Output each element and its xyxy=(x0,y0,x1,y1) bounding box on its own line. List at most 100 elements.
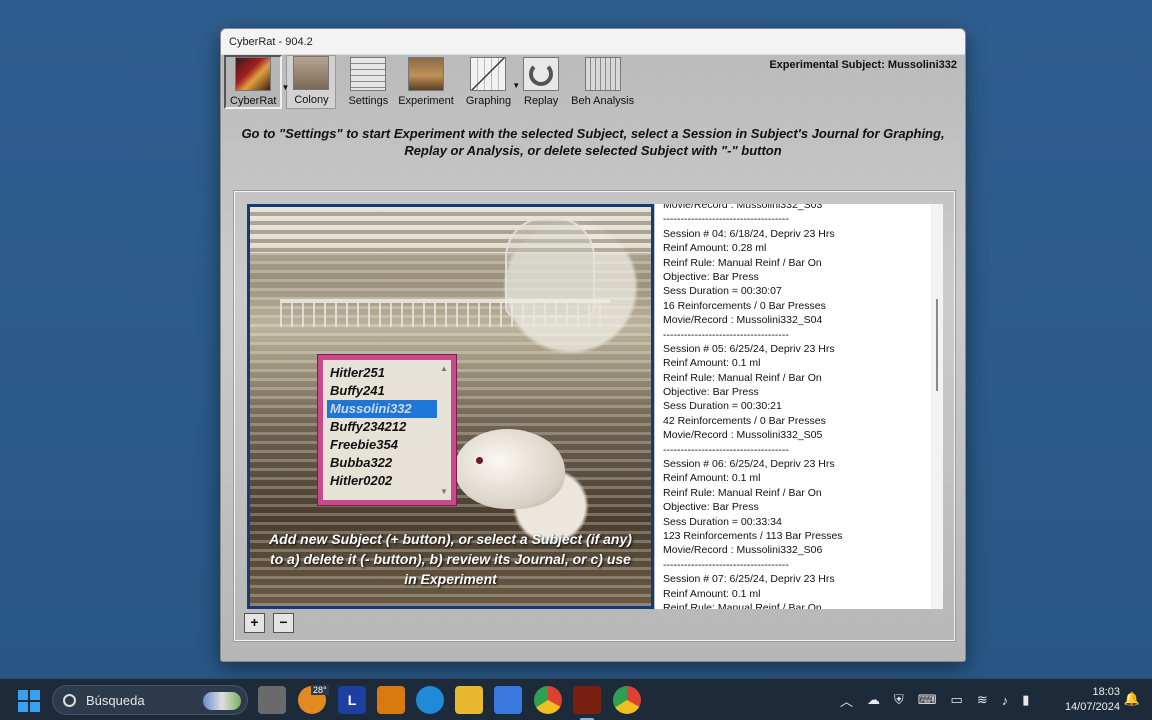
journal-line[interactable]: Reinf Rule: Manual Reinf / Bar On xyxy=(663,601,931,609)
security-shield-icon[interactable]: ⛨ xyxy=(894,692,904,708)
app-body: ▼ CyberRat Colony Settings Experiment ▼ … xyxy=(221,55,965,661)
journal-line[interactable]: Reinf Amount: 0.1 ml xyxy=(663,471,931,485)
clock-time: 18:03 xyxy=(1092,686,1120,698)
journal-scroll-thumb[interactable] xyxy=(936,299,938,391)
display-icon[interactable]: ▭ xyxy=(951,692,963,708)
toolbar-cyberrat-button[interactable]: ▼ CyberRat xyxy=(224,55,289,109)
toolbar-replay-label: Replay xyxy=(524,95,559,107)
cage-bars-image xyxy=(280,299,610,327)
journal-scrollbar[interactable] xyxy=(931,204,943,609)
journal-line[interactable]: Session # 05: 6/25/24, Depriv 23 Hrs xyxy=(663,342,931,356)
journal-line[interactable]: Reinf Amount: 0.1 ml xyxy=(663,587,931,601)
search-icon xyxy=(63,693,76,707)
colony-icon xyxy=(293,56,330,90)
journal-line[interactable]: Movie/Record : Mussolini332_S03 xyxy=(663,204,931,212)
weather-temperature: 28° xyxy=(311,685,329,695)
journal-line[interactable]: Objective: Bar Press xyxy=(663,500,931,514)
journal-line[interactable]: 123 Reinforcements / 113 Bar Presses xyxy=(663,529,931,543)
journal-line[interactable]: Session # 06: 6/25/24, Depriv 23 Hrs xyxy=(663,457,931,471)
subject-list-item[interactable]: Bubba322 xyxy=(327,454,437,472)
toolbar-graphing-button[interactable]: ▼ Graphing xyxy=(466,55,520,109)
journal-line[interactable]: ------------------------------------ xyxy=(663,443,931,457)
journal-line[interactable]: Reinf Rule: Manual Reinf / Bar On xyxy=(663,371,931,385)
toolbar-experiment-button[interactable]: Experiment xyxy=(398,55,454,109)
battery-icon[interactable]: ▮ xyxy=(1022,692,1029,708)
add-subject-button[interactable]: + xyxy=(244,613,265,633)
clock-date: 14/07/2024 xyxy=(1064,701,1120,713)
subject-list-item[interactable]: Freebie354 xyxy=(327,436,437,454)
journal-line[interactable]: Reinf Amount: 0.28 ml xyxy=(663,241,931,255)
journal-line[interactable]: ------------------------------------ xyxy=(663,212,931,226)
settings-icon xyxy=(350,57,387,91)
l-app-icon[interactable]: L xyxy=(338,686,366,714)
task-view-icon[interactable] xyxy=(258,686,286,714)
journal-line[interactable]: Sess Duration = 00:33:34 xyxy=(663,515,931,529)
taskbar-search-box[interactable]: Búsqueda xyxy=(52,685,248,715)
keyboard-icon[interactable]: ⌨ xyxy=(918,692,937,708)
toolbar-settings-button[interactable]: Settings xyxy=(348,55,388,109)
subject-list-item[interactable]: Buffy234212 xyxy=(327,418,437,436)
journal-line[interactable]: Reinf Rule: Manual Reinf / Bar On xyxy=(663,256,931,270)
journal-line[interactable]: Reinf Rule: Manual Reinf / Bar On xyxy=(663,486,931,500)
journal-line[interactable]: Session # 07: 6/25/24, Depriv 23 Hrs xyxy=(663,572,931,586)
wifi-icon[interactable]: ≋ xyxy=(977,692,988,708)
search-highlight-icon xyxy=(203,692,241,710)
toolbar: ▼ CyberRat Colony Settings Experiment ▼ … xyxy=(221,55,965,111)
journal-line[interactable]: 42 Reinforcements / 0 Bar Presses xyxy=(663,414,931,428)
chrome-icon[interactable] xyxy=(534,686,562,714)
chevron-down-icon[interactable]: ▼ xyxy=(282,83,290,92)
journal-line[interactable]: Reinf Amount: 0.1 ml xyxy=(663,356,931,370)
search-placeholder: Búsqueda xyxy=(86,692,145,708)
experiment-icon xyxy=(408,57,445,91)
cloud-off-icon[interactable]: ☁ xyxy=(867,692,880,708)
store-icon[interactable] xyxy=(494,686,522,714)
graphing-icon xyxy=(470,57,507,91)
journal-line[interactable]: Movie/Record : Mussolini332_S06 xyxy=(663,543,931,557)
subject-list-item[interactable]: Hitler251 xyxy=(327,364,437,382)
journal-line[interactable]: ------------------------------------ xyxy=(663,558,931,572)
title-bar[interactable]: CyberRat - 904.2 xyxy=(221,29,965,55)
subject-journal[interactable]: Movie/Record : Mussolini332_S03 ---------… xyxy=(655,204,931,609)
chrome-profile-icon[interactable] xyxy=(613,686,641,714)
listbox-scrollbar[interactable]: ▲ ▼ xyxy=(439,364,449,496)
subject-listbox[interactable]: Hitler251 Buffy241 Mussolini332 Buffy234… xyxy=(317,354,457,506)
file-explorer-icon[interactable] xyxy=(455,686,483,714)
journal-line[interactable]: Movie/Record : Mussolini332_S04 xyxy=(663,313,931,327)
subject-list-item[interactable]: Buffy241 xyxy=(327,382,437,400)
clock[interactable]: 18:03 14/07/2024 xyxy=(1065,685,1120,715)
windows-start-icon[interactable] xyxy=(18,690,40,712)
cyberrat-window: CyberRat - 904.2 ▼ CyberRat Colony Setti… xyxy=(220,28,966,662)
volume-icon[interactable]: ♪ xyxy=(1002,693,1009,708)
scroll-down-icon[interactable]: ▼ xyxy=(440,487,448,496)
toolbar-colony-label: Colony xyxy=(294,94,329,106)
journal-line[interactable]: Objective: Bar Press xyxy=(663,270,931,284)
delete-subject-button[interactable]: − xyxy=(273,613,294,633)
orange-app-icon[interactable] xyxy=(377,686,405,714)
journal-line[interactable]: Session # 04: 6/18/24, Depriv 23 Hrs xyxy=(663,227,931,241)
toolbar-settings-label: Settings xyxy=(348,95,389,107)
window-title: CyberRat - 904.2 xyxy=(229,35,313,48)
cyberrat-taskbar-icon[interactable] xyxy=(573,686,601,714)
subject-list-item[interactable]: Hitler0202 xyxy=(327,472,437,490)
journal-line[interactable]: 16 Reinforcements / 0 Bar Presses xyxy=(663,299,931,313)
journal-line[interactable]: Sess Duration = 00:30:07 xyxy=(663,284,931,298)
chevron-up-icon[interactable]: ︿ xyxy=(840,691,853,710)
system-tray: ︿ ☁ ⛨ ⌨ ▭ ≋ ♪ ▮ xyxy=(840,679,1029,720)
cage-photo: Hitler251 Buffy241 Mussolini332 Buffy234… xyxy=(247,204,654,609)
journal-line[interactable]: Objective: Bar Press xyxy=(663,385,931,399)
journal-line[interactable]: ------------------------------------ xyxy=(663,328,931,342)
rat-eye-image xyxy=(476,457,483,464)
toolbar-beh-analysis-button[interactable]: Beh Analysis xyxy=(571,55,634,109)
edge-icon[interactable] xyxy=(416,686,444,714)
photo-caption: Add new Subject (+ button), or select a … xyxy=(269,531,632,587)
subject-list-item-selected[interactable]: Mussolini332 xyxy=(327,400,437,418)
taskbar: Búsqueda 28° L ︿ ☁ ⛨ ⌨ ▭ ≋ ♪ ▮ 18:03 14/… xyxy=(0,678,1152,720)
journal-line[interactable]: Sess Duration = 00:30:21 xyxy=(663,399,931,413)
journal-line[interactable]: Movie/Record : Mussolini332_S05 xyxy=(663,428,931,442)
toolbar-replay-button[interactable]: Replay xyxy=(523,55,560,109)
chevron-down-icon[interactable]: ▼ xyxy=(512,81,520,90)
toolbar-experiment-label: Experiment xyxy=(398,95,454,107)
toolbar-colony-button[interactable]: Colony xyxy=(286,55,337,109)
scroll-up-icon[interactable]: ▲ xyxy=(440,364,448,373)
notifications-icon[interactable]: 🔔 xyxy=(1124,691,1140,707)
